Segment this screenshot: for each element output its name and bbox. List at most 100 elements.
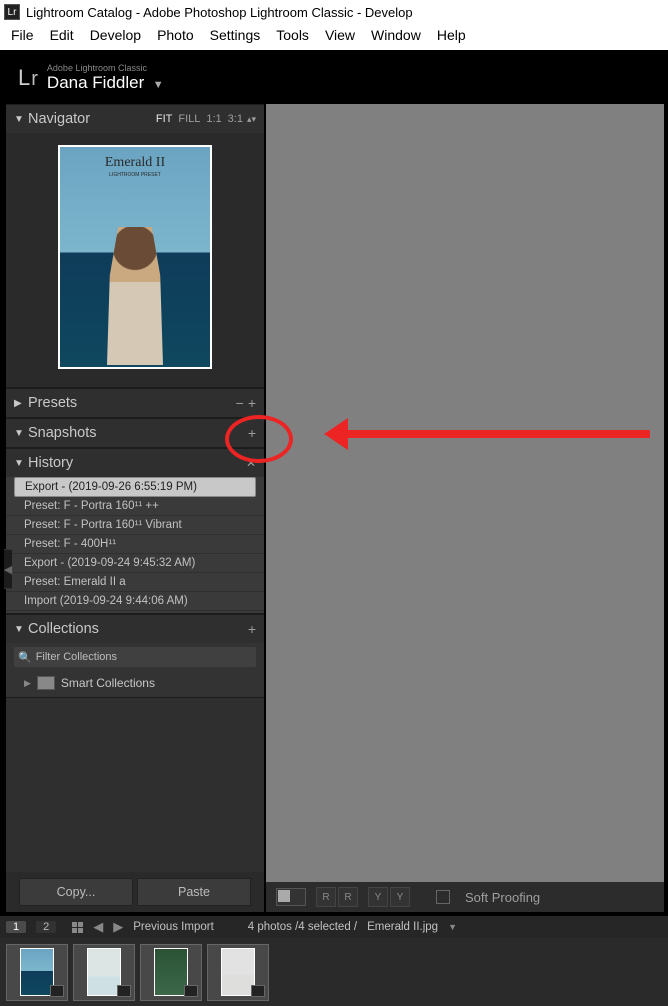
display-2-button[interactable]: 2 (36, 921, 56, 933)
zoom-stepper-icon[interactable]: ▴▾ (247, 114, 256, 125)
snapshots-panel: ▼ Snapshots + (6, 418, 264, 448)
app-body: Lr Adobe Lightroom Classic Dana Fiddler … (0, 50, 668, 916)
display-1-button[interactable]: 1 (6, 921, 26, 933)
paste-settings-button[interactable]: Paste (137, 878, 251, 906)
next-photo-button[interactable]: ▶ (113, 919, 123, 935)
menu-photo[interactable]: Photo (150, 27, 201, 43)
navigator-preview-image: Emerald II LIGHTROOM PRESET (58, 145, 212, 369)
plan-label: Adobe Lightroom Classic (47, 63, 164, 73)
chevron-down-icon: ▼ (14, 428, 26, 439)
history-item[interactable]: Preset: F - Portra 160¹¹ ++ (6, 497, 264, 516)
collections-header[interactable]: ▼ Collections + (6, 615, 264, 643)
filmstrip-thumb[interactable] (140, 944, 202, 1001)
left-panel-collapse-handle[interactable]: ◀ (4, 549, 12, 589)
history-header[interactable]: ▼ History ✕ (6, 449, 264, 477)
menu-edit[interactable]: Edit (43, 27, 81, 43)
source-label[interactable]: Previous Import (133, 921, 214, 933)
before-after-lr-button[interactable]: R (316, 887, 336, 907)
current-file-label[interactable]: Emerald II.jpg (367, 921, 438, 933)
menu-develop[interactable]: Develop (83, 27, 148, 43)
preview-title-overlay: Emerald II (60, 155, 210, 171)
menu-bar: File Edit Develop Photo Settings Tools V… (0, 24, 668, 50)
identity-plate[interactable]: Lr Adobe Lightroom Classic Dana Fiddler … (4, 54, 664, 104)
before-after-rl-button[interactable]: R (338, 887, 358, 907)
filmstrip-info-bar: 1 2 ◀ ▶ Previous Import 4 photos /4 sele… (0, 916, 668, 938)
presets-remove-button[interactable]: − (236, 395, 244, 411)
menu-view[interactable]: View (318, 27, 362, 43)
zoom-3-1[interactable]: 3:1 (228, 113, 243, 125)
soft-proofing-checkbox[interactable] (436, 890, 450, 904)
navigator-title: Navigator (28, 111, 90, 127)
grid-view-icon[interactable] (72, 922, 83, 933)
canvas-toolbar: R R Y Y Soft Proofing (266, 882, 664, 912)
prev-photo-button[interactable]: ◀ (93, 919, 103, 935)
filter-collections-input[interactable]: 🔍 Filter Collections (14, 647, 256, 667)
menu-window[interactable]: Window (364, 27, 428, 43)
smart-collections-label: Smart Collections (61, 676, 155, 690)
history-item[interactable]: Preset: F - Portra 160¹¹ Vibrant (6, 516, 264, 535)
zoom-fit[interactable]: FIT (156, 113, 173, 125)
history-title: History (28, 455, 73, 471)
snapshots-header[interactable]: ▼ Snapshots + (6, 419, 264, 447)
chevron-down-icon: ▼ (14, 458, 26, 469)
filmstrip-thumb[interactable] (207, 944, 269, 1001)
history-item[interactable]: Import (2019-09-24 9:44:06 AM) (6, 592, 264, 611)
zoom-1-1[interactable]: 1:1 (206, 113, 221, 125)
lightroom-logo-text: Lr (18, 65, 39, 91)
history-item[interactable]: Preset: F - 400H¹¹ (6, 535, 264, 554)
develop-bottom-buttons: Copy... Paste (6, 872, 264, 912)
chevron-right-icon: ▶ (24, 678, 31, 689)
identity-chevron-down-icon[interactable]: ▼ (153, 79, 164, 91)
presets-header[interactable]: ▶ Presets − + (6, 389, 264, 417)
collections-add-button[interactable]: + (248, 621, 256, 637)
history-item[interactable]: Preset: Emerald II a (6, 573, 264, 592)
before-after-bt-button[interactable]: Y (390, 887, 410, 907)
edit-badge-icon (251, 985, 265, 997)
develop-canvas[interactable]: R R Y Y Soft Proofing (266, 104, 664, 912)
collections-panel: ▼ Collections + 🔍 Filter Collections ▶ (6, 614, 264, 698)
file-menu-chevron-down-icon[interactable]: ▼ (448, 922, 457, 932)
menu-tools[interactable]: Tools (269, 27, 316, 43)
menu-settings[interactable]: Settings (203, 27, 268, 43)
filmstrip-thumb[interactable] (6, 944, 68, 1001)
menu-help[interactable]: Help (430, 27, 473, 43)
filter-collections-placeholder: Filter Collections (36, 651, 117, 663)
snapshots-add-button[interactable]: + (248, 425, 256, 441)
soft-proofing-label: Soft Proofing (465, 890, 540, 905)
search-icon: 🔍 (18, 651, 32, 664)
window-titlebar: Lr Lightroom Catalog - Adobe Photoshop L… (0, 0, 668, 24)
presets-panel: ▶ Presets − + (6, 388, 264, 418)
chevron-right-icon: ▶ (14, 398, 26, 409)
zoom-fill[interactable]: FILL (178, 113, 200, 125)
copy-settings-button[interactable]: Copy... (19, 878, 133, 906)
snapshots-title: Snapshots (28, 425, 97, 441)
photo-count-label: 4 photos /4 selected / (248, 921, 357, 933)
folder-icon (37, 676, 55, 690)
chevron-down-icon: ▼ (14, 624, 26, 635)
loupe-view-toggle[interactable] (276, 888, 306, 906)
before-after-tb-button[interactable]: Y (368, 887, 388, 907)
presets-add-button[interactable]: + (248, 395, 256, 411)
edit-badge-icon (50, 985, 64, 997)
window-title-text: Lightroom Catalog - Adobe Photoshop Ligh… (26, 5, 413, 20)
preview-subtitle-overlay: LIGHTROOM PRESET (60, 172, 210, 178)
filmstrip (0, 938, 668, 1006)
lightroom-app-icon: Lr (4, 4, 20, 20)
left-panel: ◀ ▼ Navigator FIT FILL 1:1 3:1 ▴▾ (4, 104, 266, 912)
navigator-preview[interactable]: Emerald II LIGHTROOM PRESET (6, 133, 264, 387)
presets-title: Presets (28, 395, 77, 411)
edit-badge-icon (117, 985, 131, 997)
history-list: Export - (2019-09-26 6:55:19 PM) Preset:… (6, 477, 264, 613)
chevron-down-icon: ▼ (14, 114, 26, 125)
filmstrip-thumb[interactable] (73, 944, 135, 1001)
history-panel: ▼ History ✕ Export - (2019-09-26 6:55:19… (6, 448, 264, 614)
menu-file[interactable]: File (4, 27, 41, 43)
edit-badge-icon (184, 985, 198, 997)
history-item[interactable]: Export - (2019-09-24 9:45:32 AM) (6, 554, 264, 573)
collections-title: Collections (28, 621, 99, 637)
history-item[interactable]: Export - (2019-09-26 6:55:19 PM) (14, 477, 256, 497)
navigator-header[interactable]: ▼ Navigator FIT FILL 1:1 3:1 ▴▾ (6, 105, 264, 133)
navigator-panel: ▼ Navigator FIT FILL 1:1 3:1 ▴▾ Emerald … (6, 104, 264, 388)
smart-collections-row[interactable]: ▶ Smart Collections (14, 673, 256, 693)
history-clear-button[interactable]: ✕ (246, 456, 256, 470)
